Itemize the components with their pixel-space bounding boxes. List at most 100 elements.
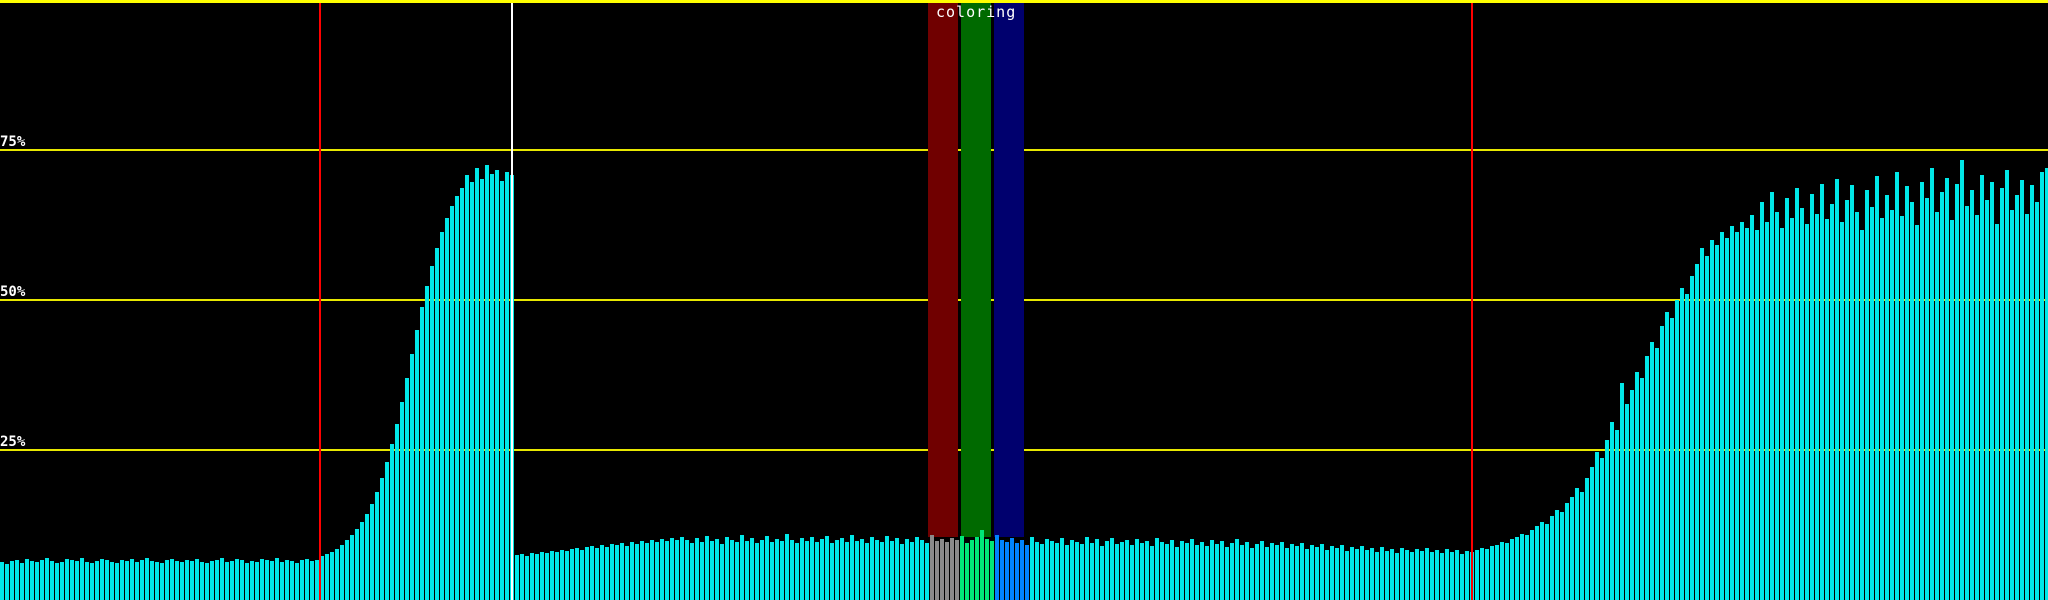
histogram-bar [970,540,974,600]
histogram-bar [1100,546,1104,600]
histogram-bar [980,530,984,600]
histogram-bar [1770,192,1774,600]
histogram-bar [1330,546,1334,600]
histogram-bar [1190,539,1194,600]
histogram-bar [630,542,634,600]
histogram-bar [1600,458,1604,600]
histogram-bar [1815,214,1819,600]
histogram-bar [2000,188,2004,600]
histogram-bar [1875,176,1879,600]
histogram-bar [620,543,624,600]
histogram-bar [75,561,79,600]
histogram-bar [440,232,444,600]
histogram-bar [1375,552,1379,600]
histogram-bar [1030,537,1034,600]
histogram-bar [420,307,424,600]
histogram-bar [55,563,59,600]
histogram-bar [265,560,269,600]
histogram-bar [205,563,209,600]
histogram-bar [1840,222,1844,600]
histogram-bar [920,540,924,600]
histogram-bar [1245,542,1249,600]
histogram-bar [585,547,589,600]
histogram-bar [1345,551,1349,600]
histogram-bar [25,559,29,600]
histogram-bar [1050,541,1054,600]
histogram-bar [35,562,39,600]
histogram-bar [1240,545,1244,600]
histogram-bar [385,462,389,600]
histogram-bar [825,536,829,600]
histogram-bar [1745,228,1749,600]
histogram-bar [425,286,429,600]
histogram-bar [400,402,404,600]
histogram-bar [120,560,124,600]
histogram-bar [1665,312,1669,600]
histogram-bar [650,540,654,600]
histogram-bar [730,540,734,600]
histogram-bar [1785,198,1789,600]
histogram-bar [1255,544,1259,600]
histogram-bar [355,529,359,600]
histogram-bar [1300,543,1304,600]
histogram-bar [480,179,484,600]
histogram-bar [1850,185,1854,600]
histogram-bar [935,541,939,600]
histogram-bar [90,563,94,600]
y-tick-label-75: 75% [0,135,25,149]
histogram-bar [235,559,239,600]
histogram-bar [1395,553,1399,600]
histogram-bar [1740,222,1744,600]
histogram-bar [850,535,854,600]
histogram-bar [1975,215,1979,600]
histogram-bar [1450,552,1454,600]
histogram-bar [410,354,414,600]
histogram-bar [85,562,89,600]
histogram-bar [155,562,159,600]
histogram-bar [5,564,9,600]
histogram-bar [1565,503,1569,600]
histogram-bar [1285,548,1289,600]
histogram-bar [1195,545,1199,600]
histogram-bar [860,539,864,600]
histogram-bar [280,562,284,600]
histogram-bar [1660,326,1664,600]
histogram-bar [1880,218,1884,600]
histogram-bar [1075,542,1079,600]
histogram-bar [225,562,229,600]
histogram-bar [1420,551,1424,600]
histogram-bar [10,561,14,600]
histogram-bar [725,537,729,600]
histogram-bar [1655,348,1659,600]
histogram-bar [1940,192,1944,600]
histogram-bar [1380,547,1384,600]
histogram-bar [1060,538,1064,600]
red-band [928,3,958,537]
histogram-bar [1820,184,1824,600]
histogram-bar [1460,554,1464,600]
histogram-bar [1610,422,1614,600]
histogram-bar [735,542,739,600]
histogram-bar [2025,214,2029,600]
red-marker-1 [319,3,321,600]
histogram-bar [1135,539,1139,600]
histogram-bar [580,550,584,600]
histogram-bar [1080,544,1084,600]
histogram-bar [905,539,909,600]
histogram-bar [375,492,379,600]
histogram-bar [1855,212,1859,600]
histogram-bar [500,181,504,600]
histogram-bar [1045,539,1049,600]
histogram-bar [955,540,959,600]
histogram-bar [305,559,309,600]
histogram-bar [1005,542,1009,600]
histogram-bar [1390,549,1394,600]
histogram-bar [590,546,594,600]
histogram-bar [140,560,144,600]
histogram-bar [1870,207,1874,600]
histogram-bar [675,540,679,600]
histogram-bar [270,561,274,600]
histogram-bar [1020,540,1024,600]
histogram-bar [1055,543,1059,600]
histogram-bar [1185,543,1189,600]
